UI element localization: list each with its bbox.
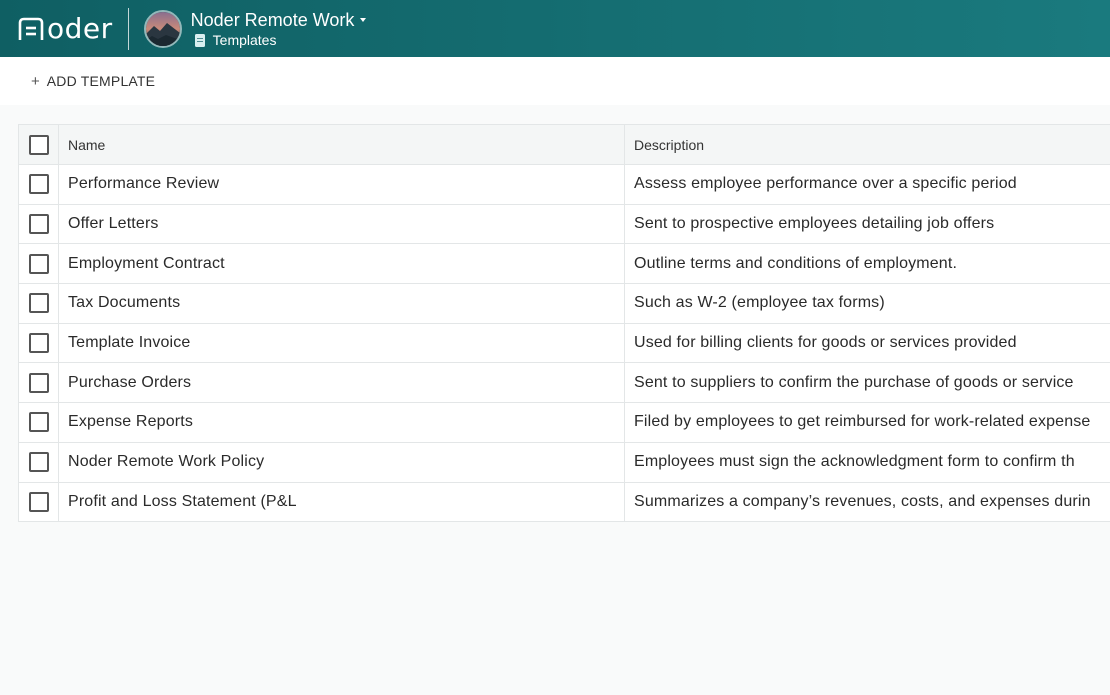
row-select-cell <box>19 284 58 323</box>
template-description: Filed by employees to get reimbursed for… <box>634 413 1091 431</box>
section-label: Templates <box>212 32 277 48</box>
template-name[interactable]: Purchase Orders <box>58 363 625 403</box>
table-row[interactable]: Performance Review Assess employee perfor… <box>19 165 1110 205</box>
row-select-cell <box>19 165 58 204</box>
template-description: Assess employee performance over a speci… <box>634 175 1017 193</box>
template-description: Sent to suppliers to confirm the purchas… <box>634 373 1074 391</box>
row-select-cell <box>19 324 58 363</box>
select-all-cell <box>19 125 58 164</box>
template-name[interactable]: Expense Reports <box>58 403 625 442</box>
table-row[interactable]: Employment Contract Outline terms and con… <box>19 244 1110 285</box>
table-row[interactable]: Noder Remote Work Policy Employees must s… <box>19 442 1110 483</box>
app-logo[interactable]: oder <box>17 0 113 57</box>
top-app-bar: oder Noder Remote Work Templates <box>0 0 1110 57</box>
table-row[interactable]: Tax Documents Such as W-2 (employee tax f… <box>19 284 1110 324</box>
row-select-cell <box>19 244 58 283</box>
section-breadcrumb: Templates <box>191 32 367 48</box>
row-select-cell <box>19 363 58 402</box>
toolbar: + ADD TEMPLATE <box>0 57 1110 105</box>
column-header-description[interactable]: Description <box>625 125 1110 164</box>
row-checkbox[interactable] <box>28 214 49 235</box>
template-description: Employees must sign the acknowledgment f… <box>634 453 1075 471</box>
row-checkbox[interactable] <box>28 293 49 314</box>
templates-table: Name Description Performance Review Asses… <box>18 124 1110 523</box>
column-header-name[interactable]: Name <box>58 125 625 164</box>
logo-mark-icon <box>17 16 45 42</box>
table-row[interactable]: Purchase Orders Sent to suppliers to conf… <box>19 363 1110 404</box>
add-template-button[interactable]: + ADD TEMPLATE <box>31 73 155 89</box>
row-checkbox[interactable] <box>28 333 49 354</box>
logo-text: oder <box>47 11 113 45</box>
template-description: Summarizes a company’s revenues, costs, … <box>634 492 1091 510</box>
plus-icon: + <box>31 72 40 90</box>
template-name[interactable]: Tax Documents <box>58 284 625 323</box>
table-row[interactable]: Offer Letters Sent to prospective employe… <box>19 204 1110 245</box>
row-select-cell <box>19 205 58 244</box>
workspace-avatar[interactable] <box>143 9 182 48</box>
template-name[interactable]: Employment Contract <box>58 244 625 284</box>
row-checkbox[interactable] <box>28 491 49 512</box>
table-header: Name Description <box>19 125 1110 165</box>
caret-down-icon <box>360 18 367 22</box>
row-select-cell <box>19 483 58 522</box>
template-name[interactable]: Template Invoice <box>58 323 625 363</box>
workspace-info: Noder Remote Work Templates <box>191 9 367 48</box>
template-name[interactable]: Noder Remote Work Policy <box>58 442 625 482</box>
template-description: Such as W-2 (employee tax forms) <box>634 294 885 312</box>
row-checkbox[interactable] <box>28 412 49 433</box>
template-name[interactable]: Offer Letters <box>58 204 625 244</box>
row-checkbox[interactable] <box>28 452 49 473</box>
row-checkbox[interactable] <box>28 372 49 393</box>
table-row[interactable]: Profit and Loss Statement (P&L Summarizes… <box>19 482 1110 523</box>
select-all-checkbox[interactable] <box>28 134 49 155</box>
row-select-cell <box>19 403 58 442</box>
document-icon <box>194 33 205 47</box>
header-divider <box>127 7 129 50</box>
table-row[interactable]: Expense Reports Filed by employees to get… <box>19 403 1110 443</box>
workspace-name: Noder Remote Work <box>190 10 355 30</box>
table-row[interactable]: Template Invoice Used for billing clients… <box>19 323 1110 364</box>
template-name[interactable]: Profit and Loss Statement (P&L <box>58 482 625 522</box>
add-template-label: ADD TEMPLATE <box>46 73 156 89</box>
row-select-cell <box>19 443 58 482</box>
template-name[interactable]: Performance Review <box>58 165 625 204</box>
workspace-switcher[interactable]: Noder Remote Work <box>191 9 367 31</box>
template-description: Sent to prospective employees detailing … <box>634 215 995 233</box>
template-description: Used for billing clients for goods or se… <box>634 334 1017 352</box>
template-description: Outline terms and conditions of employme… <box>634 254 958 272</box>
row-checkbox[interactable] <box>28 253 49 274</box>
row-checkbox[interactable] <box>28 174 49 195</box>
